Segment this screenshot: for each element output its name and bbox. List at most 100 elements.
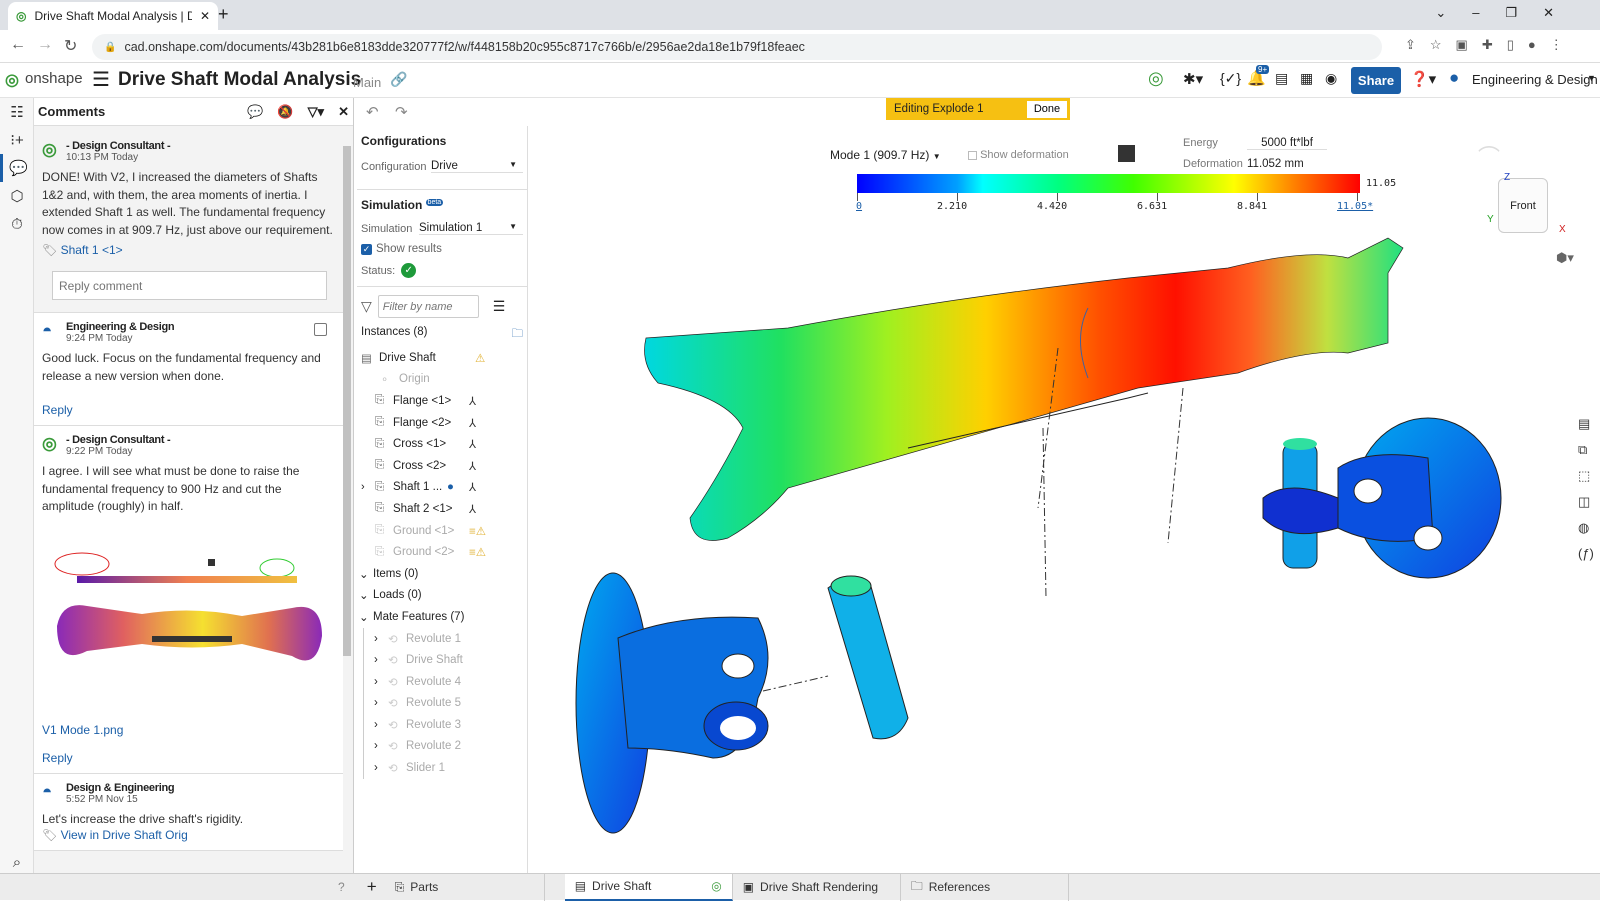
learning-icon[interactable]: ◉ [1325, 70, 1337, 87]
redo-icon[interactable]: ↷ [395, 103, 408, 121]
configuration-select[interactable]: Drive ▼ [431, 160, 523, 173]
filter-icon[interactable]: ▽ [361, 298, 372, 315]
add-comment-icon[interactable]: 💬 [247, 104, 263, 120]
show-results-checkbox[interactable]: ✓ [361, 243, 372, 255]
branch-label[interactable]: Main [353, 75, 381, 90]
attachment-thumbnail[interactable] [42, 526, 332, 716]
mate-row[interactable]: › ⟲ Revolute 5 [374, 693, 527, 715]
mate-features-group[interactable]: ⌄ Mate Features (7) [357, 606, 527, 628]
history-icon[interactable]: ⏱ [0, 210, 34, 238]
chevron-right-icon[interactable]: › [374, 654, 388, 666]
comment-icon[interactable]: ● [447, 481, 454, 493]
items-group[interactable]: ⌄ Items (0) [357, 563, 527, 585]
close-tab-icon[interactable]: ✕ [200, 9, 210, 23]
instance-row[interactable]: ∘ Origin [361, 369, 527, 391]
list-view-icon[interactable]: ☰ [493, 298, 506, 315]
measure-icon[interactable]: ◫ [1578, 494, 1600, 510]
tasks-icon[interactable]: ▤ [1275, 70, 1288, 87]
mate-row[interactable]: › ⟲ Slider 1 [374, 757, 527, 779]
view-cube[interactable]: Front [1498, 178, 1548, 233]
browser-toolbar-icons[interactable]: ⇪☆▣✚▯●⋮ [1405, 37, 1577, 53]
instance-row[interactable]: ⎘ Cross <1> ⅄ [361, 433, 527, 455]
chevron-right-icon[interactable]: › [374, 740, 388, 752]
tab-drive-shaft-rendering[interactable]: ▣ Drive Shaft Rendering [733, 873, 901, 901]
comments-scrollbar[interactable] [343, 146, 351, 656]
mute-icon[interactable]: 🔕 [277, 104, 293, 120]
instance-row[interactable]: ⎘ Shaft 2 <1> ⅄ [361, 498, 527, 520]
help-icon[interactable]: ❓▾ [1410, 70, 1436, 88]
mate-row[interactable]: › ⟲ Revolute 4 [374, 671, 527, 693]
chevron-right-icon[interactable]: › [374, 676, 388, 688]
undo-icon[interactable]: ↶ [366, 103, 379, 121]
chevron-down-icon[interactable]: ▼ [1587, 73, 1596, 83]
variable-icon[interactable]: {✓} [1220, 70, 1241, 87]
user-menu[interactable]: Engineering & Design [1472, 72, 1598, 87]
close-icon[interactable]: ✕ [338, 104, 349, 120]
app-store-icon[interactable]: ◎ [1148, 68, 1164, 89]
instance-row[interactable]: ⎘ Flange <2> ⅄ [361, 412, 527, 434]
chevron-right-icon[interactable]: › [374, 762, 388, 774]
mate-row[interactable]: › ⟲ Revolute 2 [374, 736, 527, 758]
section-view-icon[interactable]: ⧉ [1578, 442, 1600, 458]
mass-properties-icon[interactable]: (ƒ) [1578, 546, 1600, 561]
view-cube-face[interactable]: Front [1510, 200, 1536, 212]
add-tab-button[interactable]: + [359, 877, 385, 897]
cross-2-part[interactable] [1262, 438, 1339, 569]
chevron-right-icon[interactable]: › [374, 697, 388, 709]
tab-references[interactable]: 🗀 References [901, 873, 1069, 901]
rotate-arrows-icon[interactable]: ⌒ [1478, 140, 1500, 172]
reply-link[interactable]: Reply [42, 751, 335, 765]
apps-icon[interactable]: ▦ [1300, 70, 1313, 87]
reload-icon[interactable]: ↻ [64, 36, 77, 56]
window-controls[interactable]: ⌄–❐✕ [1435, 5, 1580, 21]
render-icon[interactable]: ◍ [1578, 520, 1600, 536]
simulation-select[interactable]: Simulation 1 ▼ [419, 222, 523, 235]
tab-parts[interactable]: ⎘ Parts [385, 873, 545, 901]
menu-icon[interactable]: ☰ [92, 67, 110, 92]
link-icon[interactable]: 🔗 [390, 71, 407, 88]
resolve-checkbox[interactable] [314, 323, 327, 336]
insert-mate-icon[interactable]: ⁝+ [0, 126, 34, 154]
parts-icon[interactable]: ⬡ [0, 182, 34, 210]
feature-list-icon[interactable]: ☷ [0, 98, 34, 126]
chevron-right-icon[interactable]: › [361, 481, 365, 493]
mate-row[interactable]: › ⟲ Revolute 3 [374, 714, 527, 736]
reply-comment-input[interactable] [52, 271, 327, 300]
explode-icon[interactable]: ⬚ [1578, 468, 1600, 484]
flange-2-part[interactable] [1337, 417, 1502, 579]
instance-row[interactable]: ⎘ Cross <2> ⅄ [361, 455, 527, 477]
share-button[interactable]: Share [1351, 67, 1401, 94]
instance-row[interactable]: ⎘ Ground <1> ≡⚠ [361, 520, 527, 542]
forward-icon[interactable]: → [37, 36, 53, 54]
instance-row[interactable]: ⎘ Ground <2> ≡⚠ [361, 541, 527, 563]
new-tab-button[interactable]: + [218, 4, 229, 25]
comment-tag-link[interactable]: View in Drive Shaft Orig [61, 828, 188, 842]
chevron-right-icon[interactable]: › [374, 633, 388, 645]
onshape-logo-text[interactable]: onshape [25, 70, 83, 87]
new-folder-icon[interactable]: 🗀 [512, 326, 524, 345]
model-render[interactable] [528, 98, 1600, 873]
mate-row[interactable]: › ⟲ Drive Shaft [374, 649, 527, 671]
tab-drive-shaft[interactable]: ▤ Drive Shaft ◎ [564, 873, 733, 901]
mate-row[interactable]: › ⟲ Revolute 1 [374, 628, 527, 650]
comments-icon[interactable]: 💬 [0, 154, 34, 182]
appearance-icon[interactable]: ▤ [1578, 416, 1600, 432]
search-tools-icon[interactable]: ⌕ [0, 848, 34, 876]
cross-1-part[interactable] [762, 575, 909, 740]
document-title[interactable]: Drive Shaft Modal Analysis [118, 69, 361, 91]
instance-row[interactable]: ⎘ Flange <1> ⅄ [361, 390, 527, 412]
loads-group[interactable]: ⌄ Loads (0) [357, 585, 527, 607]
help-small-icon[interactable]: ? [338, 880, 345, 894]
flange-1-part[interactable] [575, 572, 769, 834]
filter-icon[interactable]: ▽▾ [308, 104, 325, 120]
instance-row[interactable]: ▤ Drive Shaft ⚠ [361, 347, 527, 369]
instance-row[interactable]: › ⎘ Shaft 1 ... ● ⅄ [361, 477, 527, 499]
view-options-icon[interactable]: ⬢▾ [1556, 250, 1574, 266]
back-icon[interactable]: ← [10, 36, 26, 54]
filter-by-name-input[interactable] [377, 295, 479, 318]
attachment-link[interactable]: V1 Mode 1.png [42, 723, 335, 737]
graphics-viewport[interactable]: Editing Explode 1 Done Mode 1 (909.7 Hz)… [528, 98, 1600, 873]
reply-link[interactable]: Reply [42, 403, 335, 417]
url-field[interactable]: 🔒 cad.onshape.com/documents/43b281b6e818… [92, 34, 1382, 60]
bug-icon[interactable]: ✱▾ [1183, 70, 1203, 88]
